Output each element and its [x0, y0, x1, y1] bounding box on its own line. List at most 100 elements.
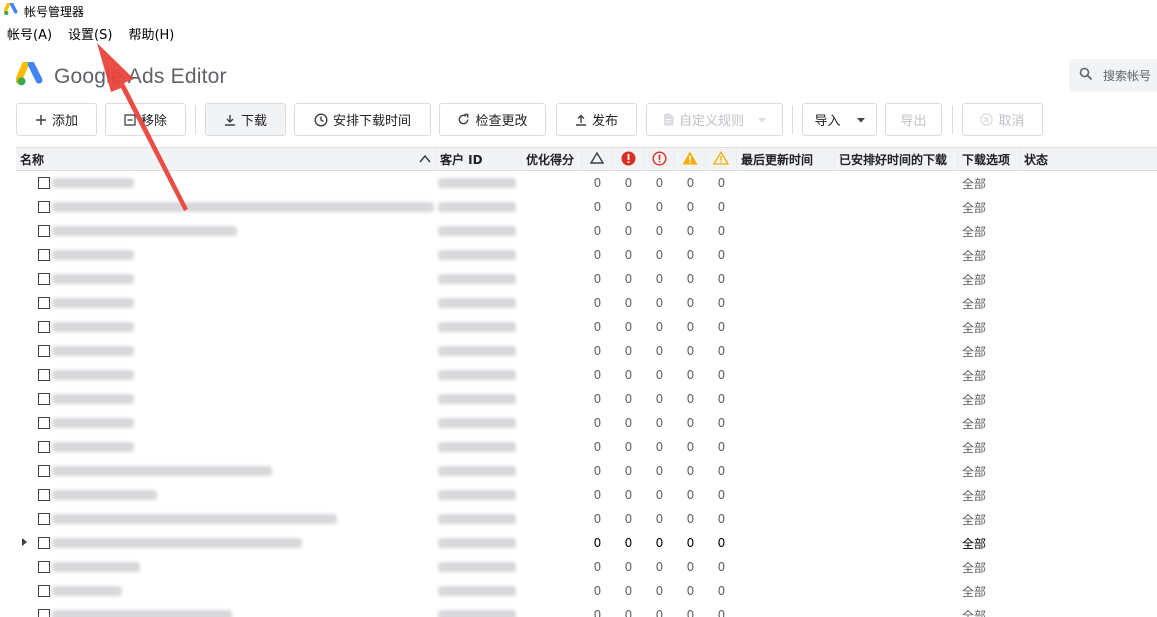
menu-settings[interactable]: 设置(S) [68, 24, 112, 43]
remove-button[interactable]: 移除 [105, 103, 186, 136]
schedule-download-button[interactable]: 安排下载时间 [294, 103, 431, 136]
count-cell: 0 [686, 536, 695, 550]
add-button[interactable]: 添加 [16, 103, 97, 136]
count-cell: 0 [717, 560, 726, 574]
row-checkbox[interactable] [38, 201, 50, 213]
column-header-warning-outline[interactable] [706, 148, 737, 171]
menu-help[interactable]: 帮助(H) [128, 24, 174, 43]
table-row[interactable]: 0 0 0 0 0 全部 [16, 411, 1157, 435]
row-checkbox[interactable] [38, 441, 50, 453]
export-button[interactable]: 导出 [885, 103, 942, 136]
table-row[interactable]: 0 0 0 0 0 全部 [16, 435, 1157, 459]
redacted-customer-id [438, 466, 516, 476]
row-checkbox[interactable] [38, 537, 50, 549]
download-option-cell: 全部 [962, 392, 987, 407]
menu-account[interactable]: 帐号(A) [7, 24, 52, 43]
row-checkbox[interactable] [38, 393, 50, 405]
column-header-name[interactable]: 名称 [16, 148, 436, 171]
table-row[interactable]: 0 0 0 0 0 全部 [16, 603, 1157, 617]
table-row[interactable]: 0 0 0 0 0 全部 [16, 531, 1157, 555]
table-row[interactable]: 0 0 0 0 0 全部 [16, 555, 1157, 579]
table-row[interactable]: 0 0 0 0 0 全部 [16, 579, 1157, 603]
chevron-down-icon [758, 112, 766, 127]
row-checkbox[interactable] [38, 609, 50, 617]
column-header-errors[interactable] [613, 148, 644, 171]
table-row[interactable]: 0 0 0 0 0 全部 [16, 171, 1157, 195]
column-header-warnings[interactable] [675, 148, 706, 171]
toolbar-divider [195, 105, 196, 134]
redacted-customer-id [438, 418, 516, 428]
table-row[interactable]: 0 0 0 0 0 全部 [16, 315, 1157, 339]
download-option-cell: 全部 [962, 224, 987, 239]
column-header-status[interactable]: 状态 [1020, 148, 1157, 171]
row-checkbox[interactable] [38, 177, 50, 189]
table-row[interactable]: 0 0 0 0 0 全部 [16, 267, 1157, 291]
count-cell: 0 [593, 488, 602, 502]
table-row[interactable]: 0 0 0 0 0 全部 [16, 387, 1157, 411]
custom-rules-button[interactable]: 自定义规则 [646, 103, 783, 136]
schedule-download-label: 安排下载时间 [332, 114, 411, 129]
redacted-customer-id [438, 394, 516, 404]
row-checkbox[interactable] [38, 369, 50, 381]
check-changes-button[interactable]: 检查更改 [439, 103, 546, 136]
cancel-button[interactable]: 取消 [962, 103, 1043, 136]
row-checkbox[interactable] [38, 465, 50, 477]
row-checkbox[interactable] [38, 249, 50, 261]
column-header-error-outline[interactable] [644, 148, 675, 171]
column-header-scheduled-download[interactable]: 已安排好时间的下载 [835, 148, 958, 171]
publish-button[interactable]: 发布 [556, 103, 637, 136]
table-row[interactable]: 0 0 0 0 0 全部 [16, 483, 1157, 507]
account-search-input[interactable]: 搜索帐号 [1069, 59, 1157, 92]
chevron-down-icon [856, 112, 865, 127]
table-row[interactable]: 0 0 0 0 0 全部 [16, 195, 1157, 219]
download-option-cell: 全部 [962, 416, 987, 431]
count-cell: 0 [624, 536, 633, 550]
row-checkbox[interactable] [38, 273, 50, 285]
row-checkbox[interactable] [38, 417, 50, 429]
expand-arrow-icon[interactable] [22, 538, 27, 546]
row-checkbox[interactable] [38, 489, 50, 501]
row-checkbox[interactable] [38, 585, 50, 597]
row-checkbox[interactable] [38, 345, 50, 357]
check-changes-label: 检查更改 [475, 114, 528, 129]
download-option-cell: 全部 [962, 272, 987, 287]
count-cell: 0 [655, 368, 664, 382]
redacted-account-name [52, 466, 272, 476]
import-button[interactable]: 导入 [802, 103, 877, 136]
row-checkbox[interactable] [38, 561, 50, 573]
google-ads-logo-icon [15, 60, 44, 91]
count-cell: 0 [717, 392, 726, 406]
download-button[interactable]: 下载 [205, 103, 286, 136]
count-cell: 0 [655, 392, 664, 406]
count-cell: 0 [686, 416, 695, 430]
row-checkbox[interactable] [38, 225, 50, 237]
row-checkbox[interactable] [38, 513, 50, 525]
column-header-changes[interactable] [582, 148, 613, 171]
table-row[interactable]: 0 0 0 0 0 全部 [16, 363, 1157, 387]
redacted-account-name [52, 370, 134, 380]
column-header-optimization-score[interactable]: 优化得分 [522, 148, 582, 171]
redacted-customer-id [438, 610, 516, 617]
column-header-last-updated[interactable]: 最后更新时间 [737, 148, 835, 171]
count-cell: 0 [624, 296, 633, 310]
download-option-cell: 全部 [962, 320, 987, 335]
table-row[interactable]: 0 0 0 0 0 全部 [16, 507, 1157, 531]
table-row[interactable]: 0 0 0 0 0 全部 [16, 243, 1157, 267]
row-checkbox[interactable] [38, 297, 50, 309]
column-header-customer-id[interactable]: 客户 ID [436, 148, 522, 171]
column-header-download-option[interactable]: 下载选项 [958, 148, 1020, 171]
redacted-customer-id [438, 274, 516, 284]
table-row[interactable]: 0 0 0 0 0 全部 [16, 219, 1157, 243]
row-checkbox[interactable] [38, 321, 50, 333]
count-cell: 0 [717, 320, 726, 334]
export-label: 导出 [900, 114, 927, 129]
count-cell: 0 [686, 512, 695, 526]
table-row[interactable]: 0 0 0 0 0 全部 [16, 291, 1157, 315]
count-cell: 0 [624, 176, 633, 190]
table-row[interactable]: 0 0 0 0 0 全部 [16, 459, 1157, 483]
count-cell: 0 [686, 368, 695, 382]
download-option-cell: 全部 [962, 296, 987, 311]
plus-icon [35, 114, 47, 126]
table-row[interactable]: 0 0 0 0 0 全部 [16, 339, 1157, 363]
custom-rules-label: 自定义规则 [678, 114, 744, 129]
